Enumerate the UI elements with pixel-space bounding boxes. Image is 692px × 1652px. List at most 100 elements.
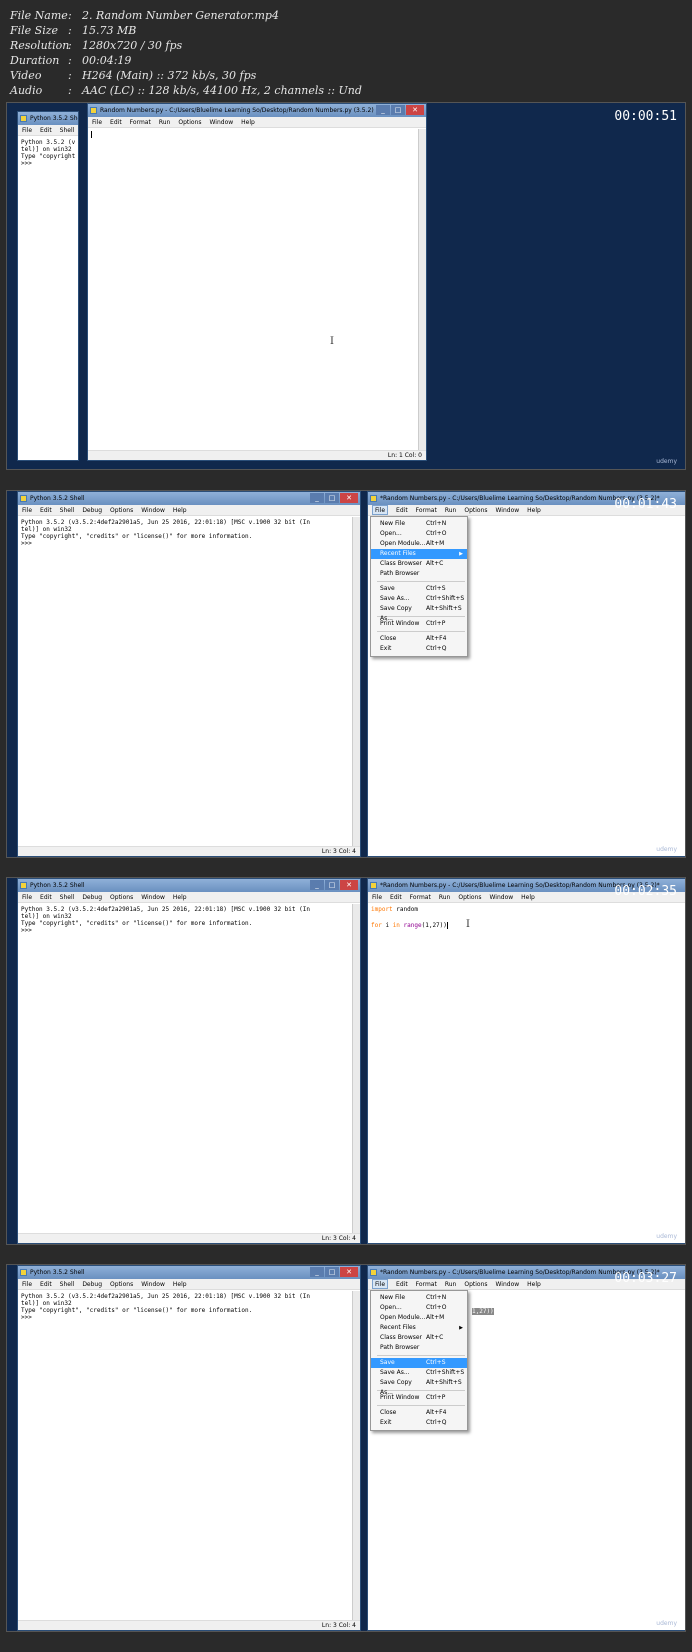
menu-window[interactable]: Window bbox=[490, 892, 514, 902]
minimize-icon[interactable]: _ bbox=[310, 1267, 324, 1277]
shell-output[interactable]: Python 3.5.2 (v3.5.2:4def2a2901a5, Jun 2… bbox=[18, 517, 352, 846]
menu-window[interactable]: Window bbox=[141, 1279, 165, 1289]
shell-window[interactable]: Python 3.5.2 Shell File Edit Shell Pytho… bbox=[17, 111, 79, 461]
menu-item-save-as[interactable]: Save As... Ctrl+Shift+S bbox=[371, 594, 467, 604]
menu-format[interactable]: Format bbox=[130, 117, 151, 127]
menu-item-exit[interactable]: Exit Ctrl+Q bbox=[371, 1418, 467, 1428]
menu-item-print-window[interactable]: Print Window Ctrl+P bbox=[371, 1393, 467, 1403]
editor-window[interactable]: Random Numbers.py - C:/Users/Bluelime Le… bbox=[87, 103, 427, 461]
menu-item-new-file[interactable]: New File Ctrl+N bbox=[371, 519, 467, 529]
menu-edit[interactable]: Edit bbox=[40, 1279, 52, 1289]
minimize-icon[interactable]: _ bbox=[310, 493, 324, 503]
menu-format[interactable]: Format bbox=[416, 1279, 437, 1289]
editor-window[interactable]: *Random Numbers.py - C:/Users/Bluelime L… bbox=[367, 1265, 685, 1631]
menu-help[interactable]: Help bbox=[173, 892, 187, 902]
menu-debug[interactable]: Debug bbox=[82, 505, 102, 515]
shell-titlebar[interactable]: Python 3.5.2 Shell _ □ ✕ bbox=[18, 1266, 360, 1279]
menu-options[interactable]: Options bbox=[110, 1279, 133, 1289]
menu-file[interactable]: File bbox=[372, 892, 382, 902]
shell-window[interactable]: Python 3.5.2 Shell _ □ ✕ File Edit Shell D… bbox=[17, 1265, 361, 1631]
menu-item-open[interactable]: Open... Ctrl+O bbox=[371, 1303, 467, 1313]
menu-run[interactable]: Run bbox=[445, 1279, 457, 1289]
menu-item-print-window[interactable]: Print Window Ctrl+P bbox=[371, 619, 467, 629]
close-icon[interactable]: ✕ bbox=[406, 105, 424, 115]
menu-file[interactable]: File bbox=[22, 125, 32, 135]
menu-edit[interactable]: Edit bbox=[396, 1279, 408, 1289]
menu-options[interactable]: Options bbox=[464, 505, 487, 515]
menu-item-close[interactable]: Close Alt+F4 bbox=[371, 634, 467, 644]
shell-titlebar[interactable]: Python 3.5.2 Shell _ □ ✕ bbox=[18, 492, 360, 505]
shell-window[interactable]: Python 3.5.2 Shell _ □ ✕ File Edit Shell D… bbox=[17, 878, 361, 1244]
menu-edit[interactable]: Edit bbox=[396, 505, 408, 515]
menu-window[interactable]: Window bbox=[141, 505, 165, 515]
menu-file[interactable]: File bbox=[92, 117, 102, 127]
menu-edit[interactable]: Edit bbox=[40, 125, 52, 135]
vertical-scrollbar[interactable] bbox=[352, 1291, 360, 1620]
editor-titlebar[interactable]: Random Numbers.py - C:/Users/Bluelime Le… bbox=[88, 104, 426, 117]
editor-window[interactable]: *Random Numbers.py - C:/Users/Bluelime L… bbox=[367, 491, 685, 857]
close-icon[interactable]: ✕ bbox=[340, 880, 358, 890]
shell-output[interactable]: Python 3.5.2 (v3.5.2:4def2a2901a5, Jun 2… bbox=[18, 1291, 352, 1620]
vertical-scrollbar[interactable] bbox=[352, 904, 360, 1233]
menu-options[interactable]: Options bbox=[464, 1279, 487, 1289]
menu-item-exit[interactable]: Exit Ctrl+Q bbox=[371, 644, 467, 654]
close-icon[interactable]: ✕ bbox=[340, 1267, 358, 1277]
menu-item-class-browser[interactable]: Class Browser Alt+C bbox=[371, 559, 467, 569]
menu-item-save-as[interactable]: Save As... Ctrl+Shift+S bbox=[371, 1368, 467, 1378]
editor-text-area[interactable] bbox=[88, 129, 418, 450]
menu-run[interactable]: Run bbox=[445, 505, 457, 515]
menu-help[interactable]: Help bbox=[241, 117, 255, 127]
menu-format[interactable]: Format bbox=[416, 505, 437, 515]
menu-item-recent-files[interactable]: Recent Files ▶ bbox=[371, 1323, 467, 1333]
menu-item-open-module[interactable]: Open Module... Alt+M bbox=[371, 539, 467, 549]
menu-item-path-browser[interactable]: Path Browser bbox=[371, 1343, 467, 1353]
menu-window[interactable]: Window bbox=[496, 1279, 520, 1289]
menu-help[interactable]: Help bbox=[173, 1279, 187, 1289]
menu-run[interactable]: Run bbox=[159, 117, 171, 127]
menu-file[interactable]: File bbox=[22, 505, 32, 515]
menu-item-close[interactable]: Close Alt+F4 bbox=[371, 1408, 467, 1418]
menu-shell[interactable]: Shell bbox=[60, 892, 75, 902]
menu-options[interactable]: Options bbox=[458, 892, 481, 902]
menu-window[interactable]: Window bbox=[210, 117, 234, 127]
menu-item-open[interactable]: Open... Ctrl+O bbox=[371, 529, 467, 539]
menu-file[interactable]: File bbox=[372, 505, 389, 515]
maximize-icon[interactable]: □ bbox=[325, 1267, 339, 1277]
menu-item-recent-files[interactable]: Recent Files ▶ bbox=[371, 549, 467, 559]
menu-run[interactable]: Run bbox=[439, 892, 451, 902]
menu-item-path-browser[interactable]: Path Browser bbox=[371, 569, 467, 579]
shell-titlebar[interactable]: Python 3.5.2 Shell _ □ ✕ bbox=[18, 879, 360, 892]
menu-item-save[interactable]: Save Ctrl+S bbox=[371, 1358, 467, 1368]
menu-help[interactable]: Help bbox=[527, 1279, 541, 1289]
vertical-scrollbar[interactable] bbox=[418, 129, 426, 450]
shell-output[interactable]: Python 3.5.2 (v3.5.2:4def2a2901a5, Jun 2… bbox=[18, 904, 352, 1233]
menu-item-save[interactable]: Save Ctrl+S bbox=[371, 584, 467, 594]
menu-help[interactable]: Help bbox=[527, 505, 541, 515]
close-icon[interactable]: ✕ bbox=[340, 493, 358, 503]
menu-help[interactable]: Help bbox=[521, 892, 535, 902]
editor-text-area[interactable]: import random for i in range(1,27)) bbox=[368, 904, 685, 1233]
menu-item-open-module[interactable]: Open Module... Alt+M bbox=[371, 1313, 467, 1323]
menu-item-save-copy-as[interactable]: Save Copy As... Alt+Shift+S bbox=[371, 1378, 467, 1396]
minimize-icon[interactable]: _ bbox=[376, 105, 390, 115]
menu-format[interactable]: Format bbox=[410, 892, 431, 902]
menu-item-class-browser[interactable]: Class Browser Alt+C bbox=[371, 1333, 467, 1343]
menu-item-new-file[interactable]: New File Ctrl+N bbox=[371, 1293, 467, 1303]
menu-shell[interactable]: Shell bbox=[60, 505, 75, 515]
menu-window[interactable]: Window bbox=[141, 892, 165, 902]
vertical-scrollbar[interactable] bbox=[352, 517, 360, 846]
menu-file[interactable]: File bbox=[22, 892, 32, 902]
maximize-icon[interactable]: □ bbox=[391, 105, 405, 115]
shell-output[interactable]: Python 3.5.2 (v tel)] on win32 Type "cop… bbox=[18, 137, 78, 450]
menu-shell[interactable]: Shell bbox=[60, 125, 75, 135]
menu-options[interactable]: Options bbox=[110, 892, 133, 902]
editor-window[interactable]: *Random Numbers.py - C:/Users/Bluelime L… bbox=[367, 878, 685, 1244]
menu-edit[interactable]: Edit bbox=[390, 892, 402, 902]
menu-options[interactable]: Options bbox=[110, 505, 133, 515]
menu-edit[interactable]: Edit bbox=[40, 892, 52, 902]
menu-edit[interactable]: Edit bbox=[40, 505, 52, 515]
maximize-icon[interactable]: □ bbox=[325, 493, 339, 503]
shell-window[interactable]: Python 3.5.2 Shell _ □ ✕ File Edit Shell D… bbox=[17, 491, 361, 857]
menu-shell[interactable]: Shell bbox=[60, 1279, 75, 1289]
menu-file[interactable]: File bbox=[372, 1279, 389, 1289]
